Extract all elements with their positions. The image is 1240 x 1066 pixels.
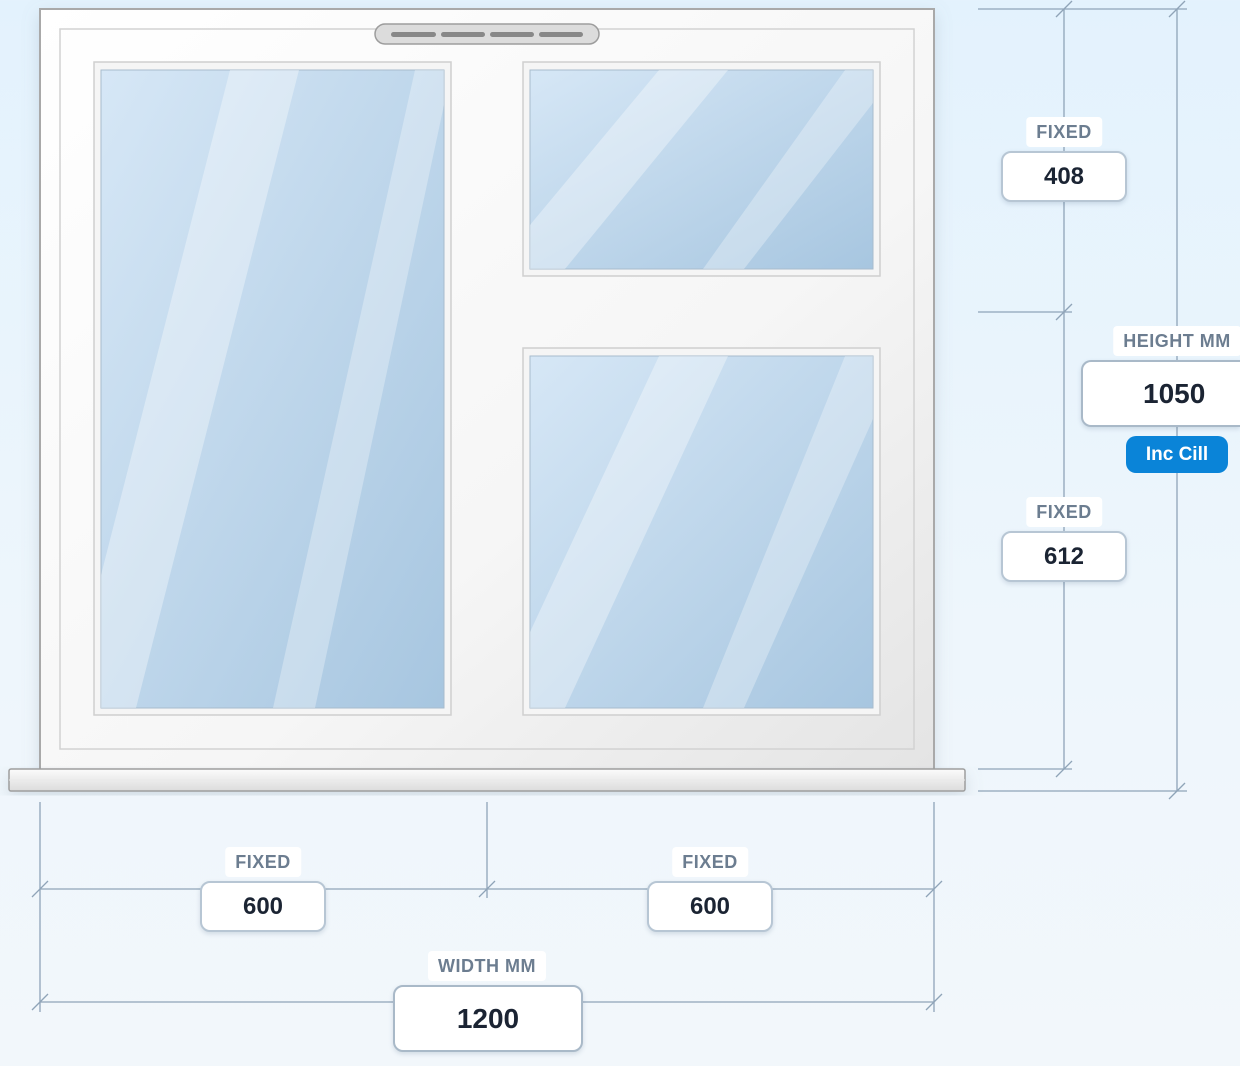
right-section-width-input[interactable]: 600 <box>647 881 773 932</box>
trickle-vent <box>374 23 600 45</box>
top-right-fixed-pane <box>522 61 881 277</box>
width-mm-label: WIDTH MM <box>428 951 546 981</box>
top-section-height-input[interactable]: 408 <box>1001 151 1127 202</box>
bottom-right-fixed-pane <box>522 347 881 716</box>
height-input[interactable]: 1050 <box>1081 360 1240 427</box>
window-configurator: FIXED 408 FIXED 612 HEIGHT MM 1050 Inc C… <box>0 0 1240 1066</box>
top-section-type-label: FIXED <box>1026 117 1102 147</box>
bottom-section-height-input[interactable]: 612 <box>1001 531 1127 582</box>
left-section-width-input[interactable]: 600 <box>200 881 326 932</box>
bottom-section-type-label: FIXED <box>1026 497 1102 527</box>
width-input[interactable]: 1200 <box>393 985 583 1052</box>
inc-cill-toggle[interactable]: Inc Cill <box>1126 436 1228 473</box>
height-mm-label: HEIGHT MM <box>1113 326 1240 356</box>
left-fixed-pane <box>93 61 452 716</box>
left-section-type-label: FIXED <box>225 847 301 877</box>
right-section-type-label: FIXED <box>672 847 748 877</box>
